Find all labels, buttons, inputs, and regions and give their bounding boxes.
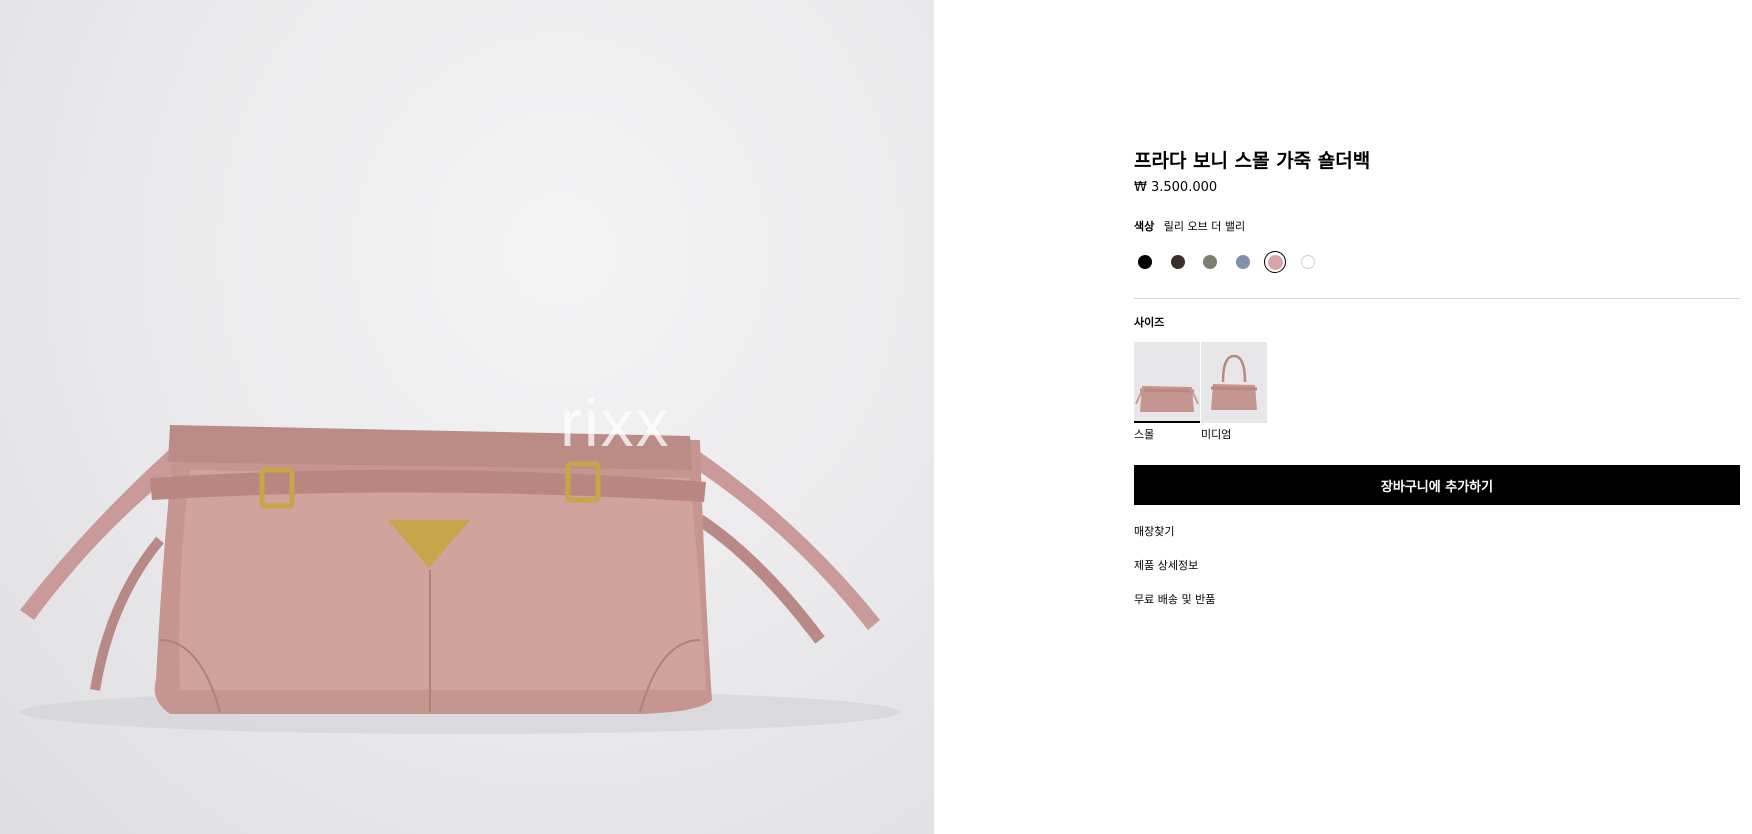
color-swatch-dot: [1235, 255, 1250, 269]
color-swatch-dot: [1138, 255, 1152, 269]
size-thumbnail-small: [1134, 342, 1200, 423]
color-swatch[interactable]: [1264, 251, 1286, 273]
add-to-cart-button[interactable]: 장바구니에 추가하기: [1134, 465, 1740, 505]
find-store-link[interactable]: 매장찾기: [1134, 523, 1174, 539]
color-swatch-dot: [1170, 255, 1185, 269]
size-thumbnail-medium: [1201, 342, 1267, 423]
color-swatch[interactable]: [1297, 251, 1319, 273]
product-details-panel: 프라다 보니 스몰 가죽 숄더백 ₩ 3.500.000 색상 릴리 오브 더 …: [1134, 0, 1740, 834]
selected-color-name: 릴리 오브 더 밸리: [1163, 220, 1246, 233]
product-image: rixx: [0, 0, 934, 834]
size-option-label: 미디엄: [1201, 428, 1232, 441]
product-price: ₩ 3.500.000: [1134, 180, 1218, 195]
color-swatch[interactable]: [1232, 251, 1254, 273]
divider: [1134, 298, 1740, 299]
color-swatch[interactable]: [1199, 251, 1221, 273]
color-label: 색상: [1134, 220, 1155, 233]
size-label: 사이즈: [1134, 316, 1165, 329]
color-swatch-dot: [1203, 255, 1217, 269]
color-swatch[interactable]: [1134, 251, 1156, 273]
color-selection-label: 색상 릴리 오브 더 밸리: [1134, 218, 1245, 234]
color-swatch[interactable]: [1167, 251, 1189, 273]
size-option-medium[interactable]: 미디엄: [1201, 342, 1267, 442]
color-swatch-dot: [1267, 254, 1283, 270]
color-swatch-dot: [1300, 255, 1315, 269]
size-options: 스몰 미디엄: [1134, 342, 1268, 442]
size-option-label: 스몰: [1134, 428, 1155, 441]
product-details-link[interactable]: 제품 상세정보: [1134, 557, 1198, 573]
product-title: 프라다 보니 스몰 가죽 숄더백: [1134, 150, 1371, 172]
watermark-text: rixx: [560, 386, 671, 460]
bag-illustration: [20, 425, 900, 734]
size-option-small[interactable]: 스몰: [1134, 342, 1200, 442]
shipping-returns-link[interactable]: 무료 배송 및 반품: [1134, 591, 1215, 607]
color-swatches: [1134, 251, 1329, 273]
